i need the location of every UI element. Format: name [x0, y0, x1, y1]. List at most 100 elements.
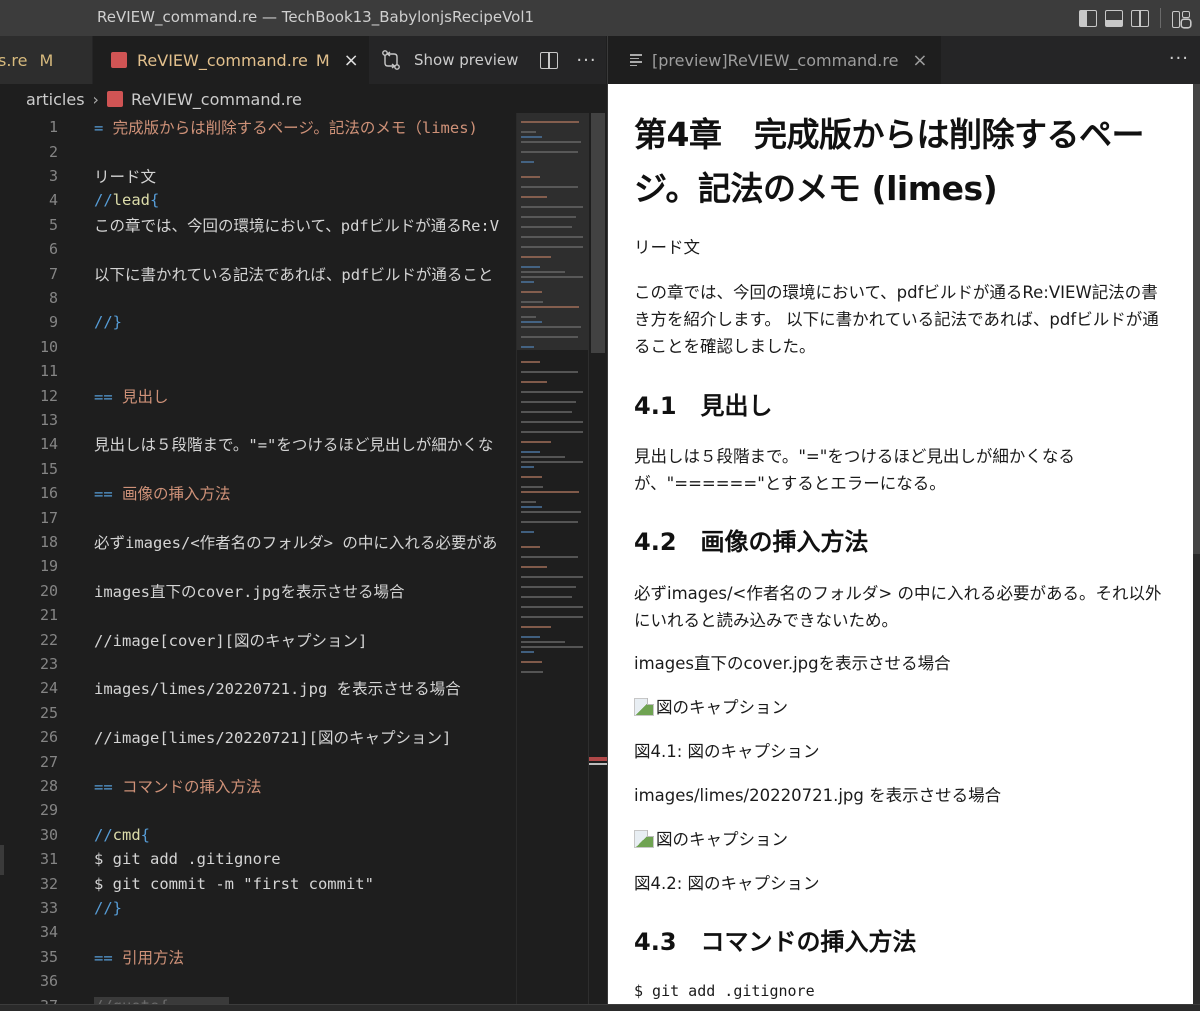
code-line[interactable]: 26 //image[limes/20220721][図のキャプション] [0, 725, 516, 749]
code-line[interactable]: 9 //} [0, 310, 516, 334]
minimap-line [521, 451, 540, 453]
close-tab-icon[interactable]: × [344, 50, 359, 71]
code-line[interactable]: 2 [0, 139, 516, 163]
code-line[interactable]: 7 以下に書かれている記法であれば、pdfビルドが通ること [0, 261, 516, 285]
minimap-line [521, 641, 565, 643]
code-line[interactable]: 30 //cmd{ [0, 823, 516, 847]
more-actions-icon[interactable]: ··· [1169, 48, 1189, 69]
code-line[interactable]: 36 [0, 969, 516, 993]
code-line[interactable]: 12 == 見出し [0, 383, 516, 407]
code-line[interactable]: 19 [0, 554, 516, 578]
tab-label: ReVIEW_command.re [137, 50, 308, 70]
scrollbar-thumb[interactable] [591, 113, 605, 353]
tab-preview[interactable]: [preview]ReVIEW_command.re × [608, 36, 941, 84]
code-line[interactable]: 11 [0, 359, 516, 383]
line-content: == 引用方法 [94, 946, 184, 968]
code-line[interactable]: 24 images/limes/20220721.jpg を表示させる場合 [0, 676, 516, 700]
code-line[interactable]: 28 == コマンドの挿入方法 [0, 774, 516, 798]
code-line[interactable]: 8 [0, 286, 516, 310]
chevron-right-icon: › [92, 89, 99, 109]
scrollbar-thumb[interactable] [1193, 84, 1200, 554]
code-line[interactable]: 4 //lead{ [0, 188, 516, 212]
tab-label: [preview]ReVIEW_command.re [652, 50, 899, 70]
code-line[interactable]: 16 == 画像の挿入方法 [0, 481, 516, 505]
line-number: 14 [39, 435, 58, 454]
line-number: 36 [39, 972, 58, 991]
minimap[interactable] [516, 113, 589, 1011]
review-file-icon [111, 52, 127, 68]
breadcrumb-file[interactable]: ReVIEW_command.re [131, 90, 302, 109]
code-line[interactable]: 15 [0, 457, 516, 481]
line-number: 34 [39, 923, 58, 942]
breadcrumb-folder[interactable]: articles [26, 90, 85, 109]
code-token: 引用方法 [122, 948, 185, 967]
code-line[interactable]: 23 [0, 652, 516, 676]
code-line[interactable]: 6 [0, 237, 516, 261]
line-content: == 画像の挿入方法 [94, 482, 231, 504]
minimap-line [521, 131, 537, 133]
section-heading-4-2: 4.2 画像の挿入方法 [634, 528, 869, 556]
code-line[interactable]: 33 //} [0, 896, 516, 920]
tab-s-re[interactable]: s.re M [0, 36, 92, 84]
minimap-line [521, 136, 542, 138]
split-editor-icon[interactable] [540, 51, 559, 69]
more-actions-icon[interactable]: ··· [576, 50, 596, 71]
minimap-line [521, 281, 535, 283]
line-number: 24 [39, 679, 58, 698]
customize-layout-icon[interactable] [1172, 10, 1192, 28]
minimap-line [521, 161, 535, 163]
layout-separator [1160, 8, 1161, 28]
editor-group-left: s.re M ReVIEW_command.re M × Show previe… [0, 36, 607, 1011]
code-line[interactable]: 32 $ git commit -m "first commit" [0, 871, 516, 895]
code-token: // [94, 191, 113, 210]
preview-tab-bar: [preview]ReVIEW_command.re × ··· [608, 36, 1200, 84]
minimap-line [521, 466, 535, 468]
section-4-1-paragraph: 見出しは５段階まで。"="をつけるほど見出しが細かくなるが、"======"とす… [634, 447, 1075, 493]
code-line[interactable]: 34 [0, 920, 516, 944]
code-line[interactable]: 17 [0, 505, 516, 529]
code-line[interactable]: 22 //image[cover][図のキャプション] [0, 627, 516, 651]
open-preview-icon[interactable] [380, 49, 402, 71]
minimap-slider[interactable] [517, 113, 589, 350]
minimap-line [521, 511, 582, 513]
code-line[interactable]: 5 この章では、今回の環境において、pdfビルドが通るRe:V [0, 213, 516, 237]
window-title: ReVIEW_command.re — TechBook13_Babylonjs… [97, 8, 535, 26]
toggle-secondary-sidebar-icon[interactable] [1131, 9, 1149, 27]
code-token: //} [94, 898, 122, 917]
minimap-line [521, 316, 537, 318]
minimap-line [521, 616, 583, 618]
editor-scrollbar[interactable] [588, 113, 607, 1011]
code-line[interactable]: 3 リード文 [0, 164, 516, 188]
line-number: 1 [48, 118, 58, 137]
minimap-line [521, 196, 547, 198]
minimap-line [521, 271, 565, 273]
line-number: 19 [39, 557, 58, 576]
line-number: 23 [39, 654, 58, 673]
code-line[interactable]: 13 [0, 408, 516, 432]
code-line[interactable]: 18 必ずimages/<作者名のフォルダ> の中に入れる必要があ [0, 530, 516, 554]
minimap-line [521, 486, 544, 488]
code-line[interactable]: 10 [0, 335, 516, 359]
line-number: 20 [39, 581, 58, 600]
code-line[interactable]: 20 images直下のcover.jpgを表示させる場合 [0, 579, 516, 603]
line-number: 22 [39, 630, 58, 649]
code-line[interactable]: 35 == 引用方法 [0, 945, 516, 969]
show-preview-button[interactable]: Show preview [414, 51, 518, 69]
close-tab-icon[interactable]: × [912, 50, 927, 71]
code-line[interactable]: 14 見出しは５段階まで。"="をつけるほど見出しが細かくな [0, 432, 516, 456]
tab-review-command[interactable]: ReVIEW_command.re M × [93, 36, 369, 84]
code-token: リード文 [94, 167, 157, 186]
code-line[interactable]: 25 [0, 701, 516, 725]
toggle-primary-sidebar-icon[interactable] [1079, 9, 1097, 27]
line-number: 6 [48, 240, 58, 259]
code-line[interactable]: 21 [0, 603, 516, 627]
code-line[interactable]: 29 [0, 798, 516, 822]
preview-scrollbar[interactable] [1193, 84, 1200, 1004]
toggle-panel-icon[interactable] [1105, 9, 1123, 27]
minimap-line [521, 646, 583, 648]
code-line[interactable]: 1 = 完成版からは削除するページ。記法のメモ（limes) [0, 115, 516, 139]
image-1: 図のキャプション [634, 694, 1171, 721]
code-line[interactable]: 27 [0, 749, 516, 773]
line-number: 18 [39, 532, 58, 551]
code-line[interactable]: 31 $ git add .gitignore [0, 847, 516, 871]
